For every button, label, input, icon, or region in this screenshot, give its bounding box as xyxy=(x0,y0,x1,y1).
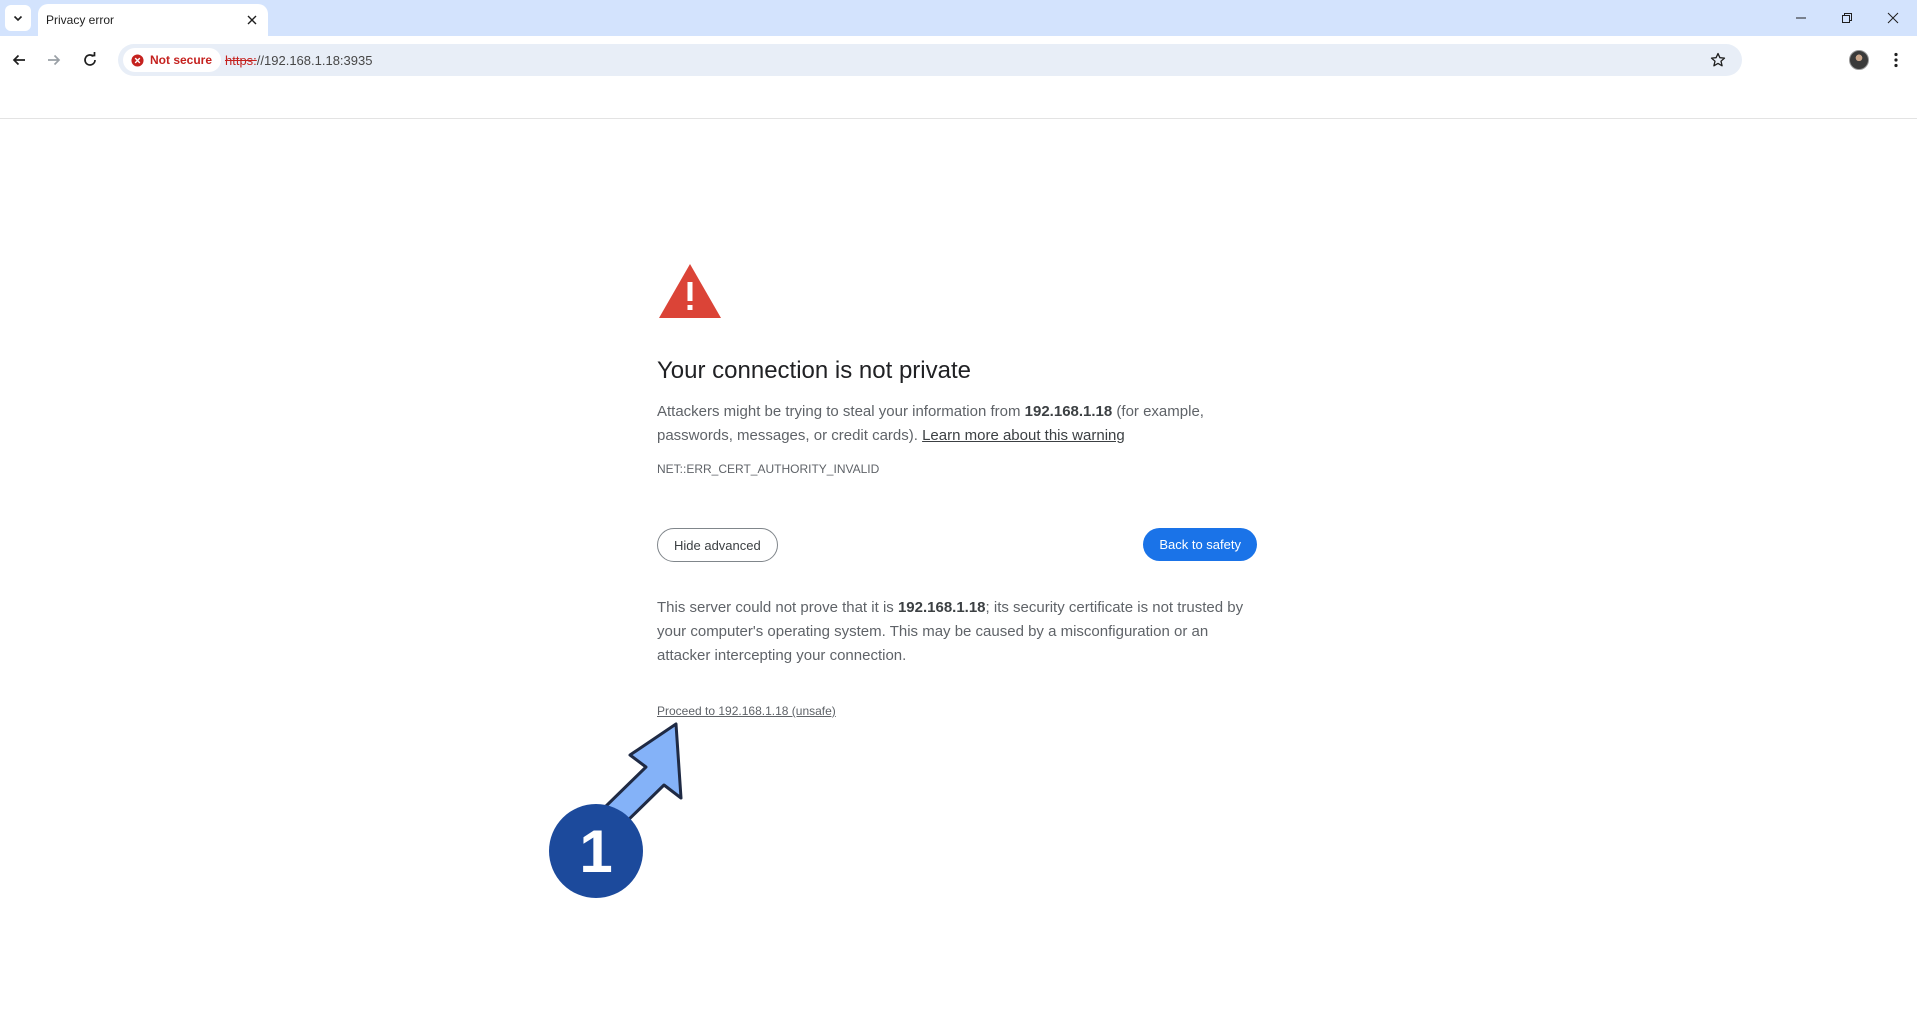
tab-privacy-error[interactable]: Privacy error xyxy=(38,4,268,36)
close-icon xyxy=(247,15,257,25)
toolbar-divider xyxy=(0,118,1917,119)
back-button[interactable] xyxy=(4,45,34,75)
details-text: This server could not prove that it is 1… xyxy=(657,596,1257,668)
step-number-badge: 1 xyxy=(549,804,643,898)
reload-button[interactable] xyxy=(75,45,105,75)
error-code: NET::ERR_CERT_AUTHORITY_INVALID xyxy=(657,462,880,476)
security-chip-label: Not secure xyxy=(150,53,213,67)
browser-menu-button[interactable] xyxy=(1884,48,1908,72)
bookmark-button[interactable] xyxy=(1708,50,1728,70)
arrow-left-icon xyxy=(12,54,25,66)
back-to-safety-button[interactable]: Back to safety xyxy=(1143,528,1257,561)
interstitial-content: Your connection is not private Attackers… xyxy=(657,262,1257,720)
tab-search-button[interactable] xyxy=(5,5,31,31)
tab-title: Privacy error xyxy=(46,13,115,27)
minimize-icon xyxy=(1796,17,1806,19)
hide-advanced-button[interactable]: Hide advanced xyxy=(657,528,778,562)
browser-toolbar: Not secure https://192.168.1.18:3935 xyxy=(0,36,1917,84)
profile-avatar[interactable] xyxy=(1849,50,1869,70)
details-host: 192.168.1.18 xyxy=(897,599,986,616)
tab-close-button[interactable] xyxy=(241,9,263,31)
restore-icon xyxy=(1842,13,1852,23)
reload-icon xyxy=(84,52,96,66)
security-chip[interactable]: Not secure xyxy=(123,48,222,72)
url-text[interactable]: https://192.168.1.18:3935 xyxy=(225,53,372,68)
page-title: Your connection is not private xyxy=(657,357,971,384)
close-window-button[interactable] xyxy=(1870,0,1916,36)
explanation-pre: Attackers might be trying to steal your … xyxy=(657,403,1025,420)
explanation-text: Attackers might be trying to steal your … xyxy=(657,400,1257,448)
close-icon xyxy=(1887,12,1899,24)
button-row: Hide advanced Back to safety xyxy=(657,528,1257,562)
star-icon xyxy=(1710,52,1726,67)
kebab-menu-icon xyxy=(1894,52,1898,68)
minimize-button[interactable] xyxy=(1778,0,1824,36)
explanation-host: 192.168.1.18 xyxy=(1024,403,1113,420)
learn-more-link[interactable]: Learn more about this warning xyxy=(922,427,1125,444)
restore-button[interactable] xyxy=(1824,0,1870,36)
details-pre: This server could not prove that it is xyxy=(657,599,898,616)
url-scheme: https: xyxy=(225,53,257,68)
url-host: //192.168.1.18:3935 xyxy=(256,53,373,68)
chevron-down-icon xyxy=(13,15,23,22)
warning-circle-icon xyxy=(131,53,144,67)
warning-triangle-icon xyxy=(659,264,721,318)
address-bar[interactable]: Not secure https://192.168.1.18:3935 xyxy=(118,44,1742,76)
tab-strip: Privacy error xyxy=(0,0,1917,36)
forward-button[interactable] xyxy=(39,45,69,75)
arrow-right-icon xyxy=(48,54,61,66)
